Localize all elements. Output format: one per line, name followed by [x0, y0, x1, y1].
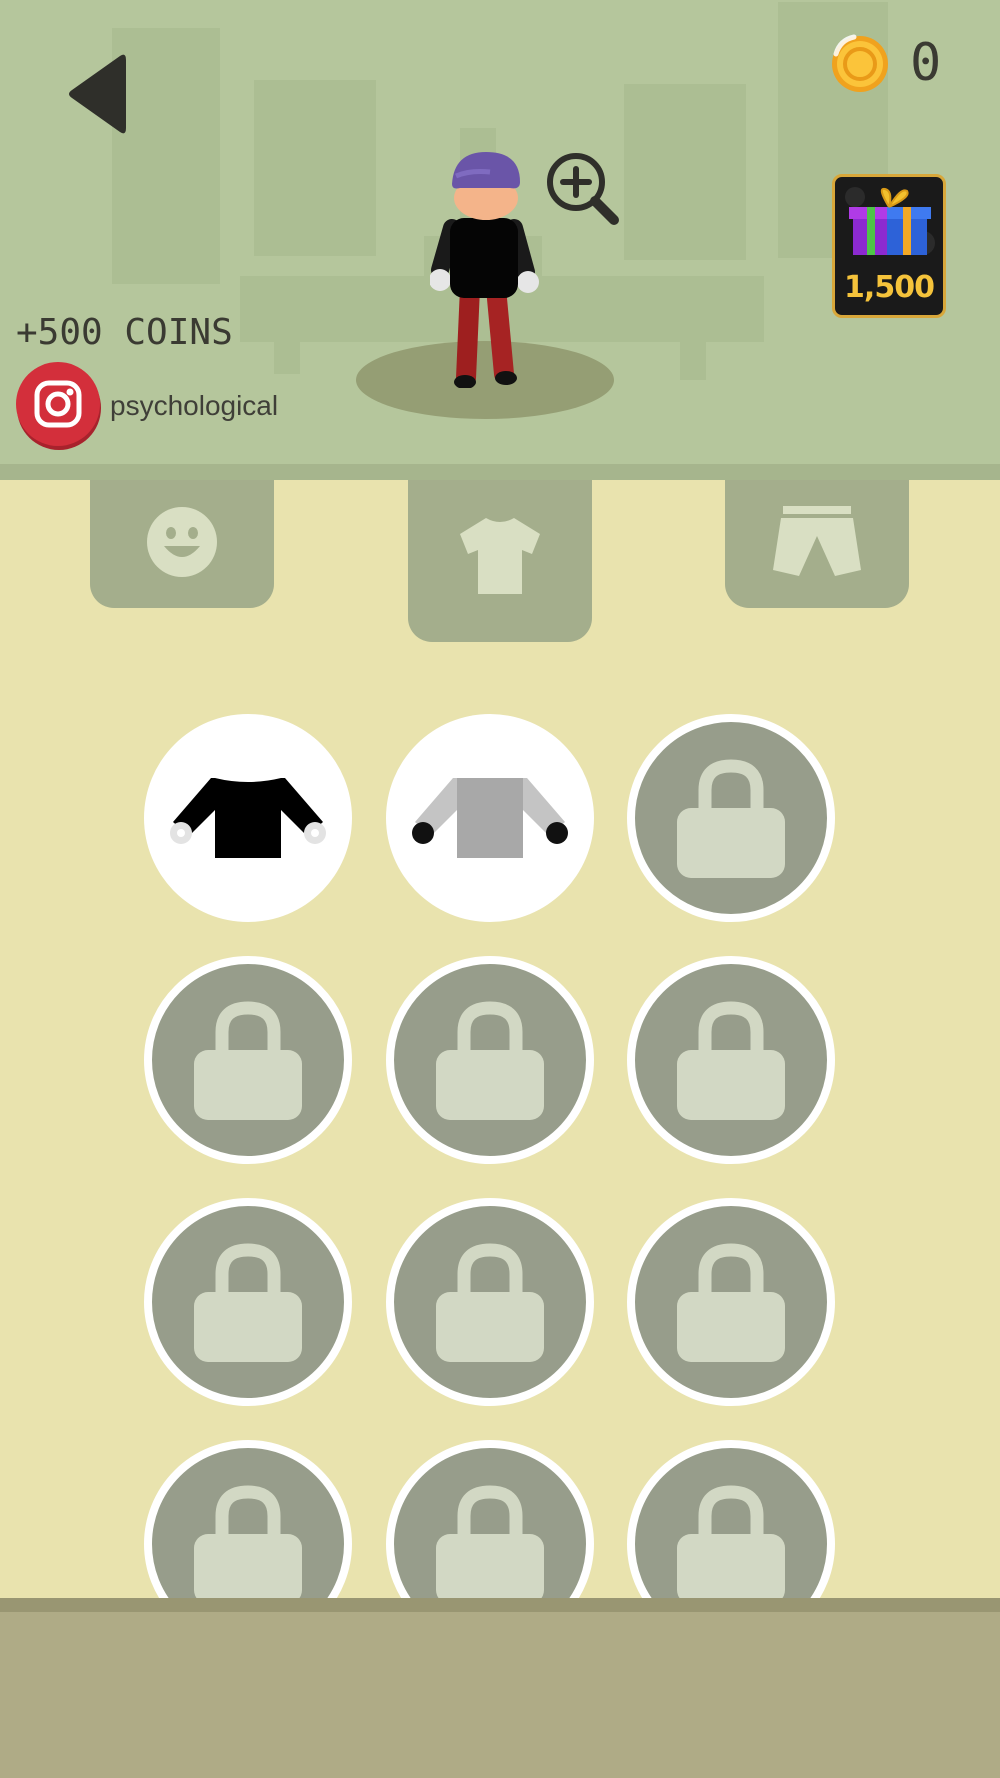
character-preview-scene: 0 1,500 +500 COINS psychological: [0, 0, 1000, 466]
item-grid: [0, 690, 1000, 1598]
item-slot-locked[interactable]: [627, 1440, 835, 1598]
zoom-button[interactable]: [544, 150, 622, 228]
background-shape: [112, 28, 220, 284]
pants-icon: [773, 506, 861, 576]
lock-icon: [194, 1001, 302, 1120]
back-arrow-icon: [69, 54, 126, 134]
zoom-in-icon: [547, 153, 619, 225]
lock-icon: [436, 1485, 544, 1598]
item-slot-locked[interactable]: [144, 1198, 352, 1406]
coin-icon: [832, 34, 888, 92]
lock-icon: [677, 1001, 785, 1120]
coins-reward-label: +500 COINS: [16, 312, 233, 353]
tab-pants[interactable]: [725, 480, 909, 608]
item-slot-locked[interactable]: [627, 1198, 835, 1406]
item-slot-locked[interactable]: [144, 956, 352, 1164]
item-slot-locked[interactable]: [386, 1440, 594, 1598]
background-shape: [680, 340, 706, 380]
item-slot-locked[interactable]: [627, 714, 835, 922]
lock-icon: [677, 759, 785, 878]
lock-icon: [194, 1243, 302, 1362]
instagram-button[interactable]: [14, 360, 104, 450]
item-slot-locked[interactable]: [627, 956, 835, 1164]
item-slot-grey-shirt[interactable]: [386, 714, 594, 922]
background-shape: [624, 84, 746, 260]
back-button[interactable]: [66, 52, 126, 136]
gift-offer-button[interactable]: 1,500: [832, 174, 946, 318]
smiley-face-icon: [147, 507, 217, 577]
coin-count: 0: [910, 33, 942, 93]
background-shape: [274, 340, 300, 374]
lock-icon: [194, 1485, 302, 1598]
tab-shirt[interactable]: [408, 480, 592, 642]
scene-divider: [0, 464, 1000, 480]
character-avatar: [430, 152, 539, 388]
black-shirt-icon: [170, 778, 326, 858]
item-slot-locked[interactable]: [386, 956, 594, 1164]
tshirt-icon: [460, 518, 540, 594]
tab-face[interactable]: [90, 480, 274, 608]
gift-price: 1,500: [844, 270, 935, 305]
lock-icon: [436, 1001, 544, 1120]
instagram-handle: psychological: [110, 390, 279, 421]
lock-icon: [677, 1243, 785, 1362]
item-slot-black-shirt[interactable]: [144, 714, 352, 922]
grey-shirt-icon: [412, 778, 568, 858]
item-slot-locked[interactable]: [386, 1198, 594, 1406]
background-shape: [254, 80, 376, 256]
gift-icon: [845, 187, 935, 255]
bottom-bar-border: [0, 1598, 1000, 1612]
instagram-icon: [16, 362, 101, 450]
lock-icon: [677, 1485, 785, 1598]
lock-icon: [436, 1243, 544, 1362]
bottom-bar: [0, 1612, 1000, 1778]
item-slot-locked[interactable]: [144, 1440, 352, 1598]
